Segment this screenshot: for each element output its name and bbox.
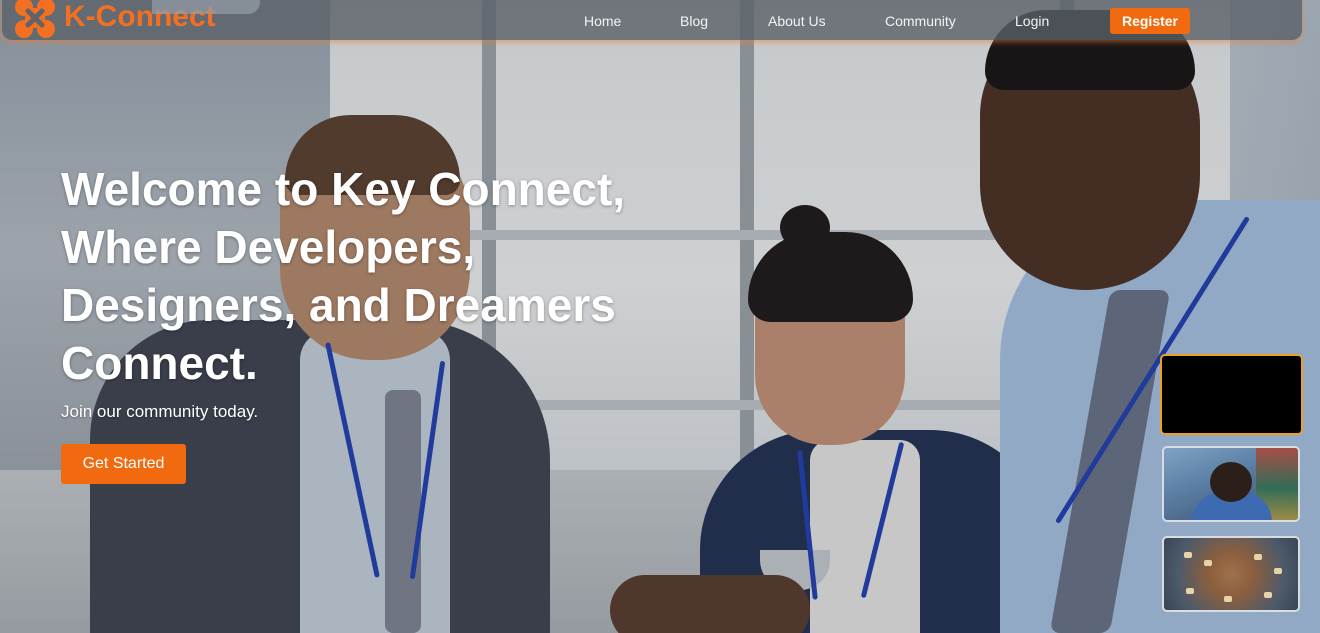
- nav-link-home[interactable]: Home: [584, 13, 621, 29]
- top-navbar: K-Connect Home Blog About Us Community L…: [2, 0, 1302, 40]
- logo-cross-icon: [15, 0, 55, 38]
- thumbnail-table: [1204, 560, 1212, 566]
- nav-link-blog[interactable]: Blog: [680, 13, 708, 29]
- nav-link-login[interactable]: Login: [1015, 13, 1049, 29]
- community-photo-thumbnail[interactable]: [1162, 446, 1300, 522]
- hero-title: Welcome to Key Connect, Where Developers…: [61, 163, 626, 389]
- thumbnail-table: [1184, 552, 1192, 558]
- thumbnail-person-head: [1210, 462, 1252, 502]
- thumbnail-table: [1186, 588, 1194, 594]
- video-thumbnail[interactable]: [1160, 354, 1303, 435]
- get-started-button[interactable]: Get Started: [61, 444, 186, 484]
- nav-link-about-us[interactable]: About Us: [768, 13, 826, 29]
- register-button[interactable]: Register: [1110, 8, 1190, 34]
- thumbnail-table: [1264, 592, 1272, 598]
- hero-subtitle: Join our community today.: [61, 402, 259, 421]
- hero-section: K-Connect Home Blog About Us Community L…: [0, 0, 1320, 633]
- nav-link-community[interactable]: Community: [885, 13, 956, 29]
- thumbnail-table: [1224, 596, 1232, 602]
- logo-backdrop: [152, 0, 260, 14]
- thumbnail-table: [1254, 554, 1262, 560]
- thumbnail-table: [1274, 568, 1282, 574]
- meeting-photo-thumbnail[interactable]: [1162, 536, 1300, 612]
